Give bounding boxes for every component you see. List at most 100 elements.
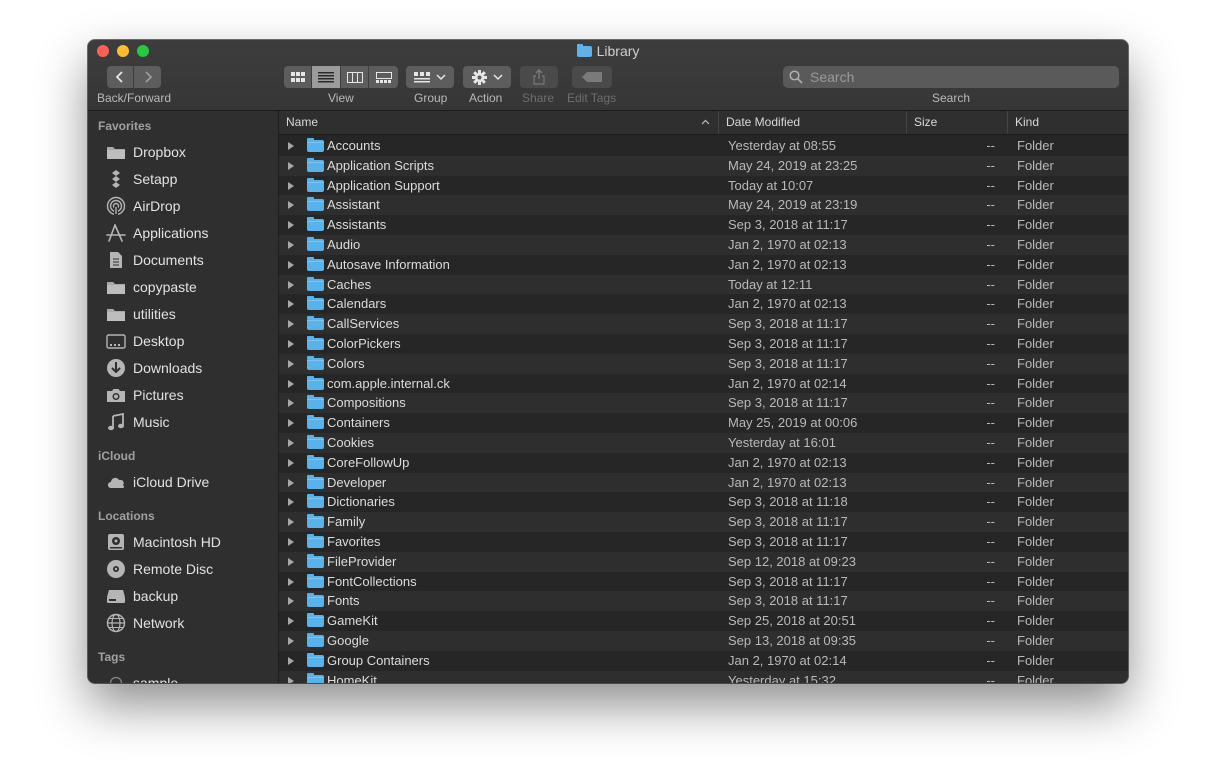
folder-icon bbox=[307, 217, 324, 232]
file-row[interactable]: ColorPickers Sep 3, 2018 at 11:17 -- Folder bbox=[279, 334, 1128, 354]
disclosure-triangle-icon[interactable] bbox=[288, 676, 294, 683]
disclosure-triangle-icon[interactable] bbox=[288, 280, 294, 289]
column-size[interactable]: Size bbox=[907, 111, 1008, 134]
disclosure-triangle-icon[interactable] bbox=[288, 577, 294, 586]
sidebar-item-label: Remote Disc bbox=[133, 560, 214, 577]
disclosure-triangle-icon[interactable] bbox=[288, 537, 294, 546]
search-input[interactable] bbox=[808, 68, 1112, 86]
file-row[interactable]: Family Sep 3, 2018 at 11:17 -- Folder bbox=[279, 512, 1128, 532]
disclosure-triangle-icon[interactable] bbox=[288, 300, 294, 309]
disclosure-triangle-icon[interactable] bbox=[288, 221, 294, 230]
disclosure-triangle-icon[interactable] bbox=[288, 478, 294, 487]
file-row[interactable]: GameKit Sep 25, 2018 at 20:51 -- Folder bbox=[279, 611, 1128, 631]
sidebar-item-desktop[interactable]: Desktop bbox=[88, 327, 278, 354]
file-row[interactable]: Google Sep 13, 2018 at 09:35 -- Folder bbox=[279, 630, 1128, 651]
file-row[interactable]: Fonts Sep 3, 2018 at 11:17 -- Folder bbox=[279, 591, 1128, 612]
disclosure-triangle-icon[interactable] bbox=[288, 379, 294, 388]
file-row[interactable]: Cookies Yesterday at 16:01 -- Folder bbox=[279, 432, 1128, 453]
edit-tags-button[interactable] bbox=[572, 66, 612, 88]
file-row[interactable]: com.apple.internal.ck Jan 2, 1970 at 02:1… bbox=[279, 374, 1128, 394]
file-kind: Folder bbox=[1017, 593, 1054, 609]
locations-heading: Locations bbox=[98, 509, 155, 523]
disclosure-triangle-icon[interactable] bbox=[288, 498, 294, 507]
file-row[interactable]: FileProvider Sep 12, 2018 at 09:23 -- Folde… bbox=[279, 551, 1128, 572]
file-row[interactable]: CoreFollowUp Jan 2, 1970 at 02:13 -- Folder bbox=[279, 453, 1128, 473]
disclosure-triangle-icon[interactable] bbox=[288, 597, 294, 606]
sidebar-item-downloads[interactable]: Downloads bbox=[88, 354, 278, 381]
file-row[interactable]: Colors Sep 3, 2018 at 11:17 -- Folder bbox=[279, 353, 1128, 374]
sidebar-item-airdrop[interactable]: AirDrop bbox=[88, 192, 278, 219]
sidebar-item-pictures[interactable]: Pictures bbox=[88, 381, 278, 408]
disclosure-triangle-icon[interactable] bbox=[288, 656, 294, 665]
disclosure-triangle-icon[interactable] bbox=[288, 339, 294, 348]
disclosure-triangle-icon[interactable] bbox=[288, 320, 294, 329]
sidebar-item-setapp[interactable]: Setapp bbox=[88, 165, 278, 192]
network-icon bbox=[106, 613, 126, 633]
sidebar-item-tag-sample[interactable]: sample bbox=[88, 669, 278, 683]
file-row[interactable]: Caches Today at 12:11 -- Folder bbox=[279, 274, 1128, 295]
file-row[interactable]: Dictionaries Sep 3, 2018 at 11:18 -- Folder bbox=[279, 492, 1128, 512]
folder-icon bbox=[307, 533, 324, 548]
file-row[interactable]: Developer Jan 2, 1970 at 02:13 -- Folder bbox=[279, 472, 1128, 493]
disclosure-triangle-icon[interactable] bbox=[288, 419, 294, 428]
file-row[interactable]: Application Support Today at 10:07 -- Folde… bbox=[279, 176, 1128, 196]
file-row[interactable]: Audio Jan 2, 1970 at 02:13 -- Folder bbox=[279, 234, 1128, 255]
gallery-view-button[interactable] bbox=[369, 66, 398, 88]
sidebar-item-documents[interactable]: Documents bbox=[88, 246, 278, 273]
file-row[interactable]: Accounts Yesterday at 08:55 -- Folder bbox=[279, 136, 1128, 156]
file-row[interactable]: Compositions Sep 3, 2018 at 11:17 -- Folder bbox=[279, 393, 1128, 414]
sidebar-item-backup[interactable]: backup bbox=[88, 582, 278, 609]
column-date-modified[interactable]: Date Modified bbox=[719, 111, 907, 134]
sidebar-item-copypaste[interactable]: copypaste bbox=[88, 273, 278, 300]
sidebar-item-applications[interactable]: Applications bbox=[88, 219, 278, 246]
search-field[interactable] bbox=[783, 66, 1119, 88]
file-row[interactable]: Group Containers Jan 2, 1970 at 02:14 -- Fo… bbox=[279, 651, 1128, 671]
sidebar-item-icloud-drive[interactable]: iCloud Drive bbox=[88, 468, 278, 495]
disclosure-triangle-icon[interactable] bbox=[288, 359, 294, 368]
action-button[interactable] bbox=[463, 66, 511, 88]
column-kind[interactable]: Kind bbox=[1008, 111, 1128, 134]
back-button[interactable] bbox=[107, 66, 134, 88]
file-row[interactable]: HomeKit Yesterday at 15:32 -- Folder bbox=[279, 670, 1128, 683]
share-button[interactable] bbox=[520, 66, 558, 88]
file-row[interactable]: FontCollections Sep 3, 2018 at 11:17 -- Fol… bbox=[279, 572, 1128, 592]
disclosure-triangle-icon[interactable] bbox=[288, 617, 294, 626]
sidebar-item-dropbox[interactable]: Dropbox bbox=[88, 138, 278, 165]
disclosure-triangle-icon[interactable] bbox=[288, 240, 294, 249]
disclosure-triangle-icon[interactable] bbox=[288, 399, 294, 408]
file-row[interactable]: CallServices Sep 3, 2018 at 11:17 -- Folder bbox=[279, 314, 1128, 334]
disclosure-triangle-icon[interactable] bbox=[288, 636, 294, 645]
forward-button[interactable] bbox=[134, 66, 161, 88]
folder-icon bbox=[307, 296, 324, 311]
file-row[interactable]: Containers May 25, 2019 at 00:06 -- Folder bbox=[279, 413, 1128, 433]
sidebar-item-music[interactable]: Music bbox=[88, 408, 278, 435]
file-row[interactable]: Application Scripts May 24, 2019 at 23:25… bbox=[279, 155, 1128, 176]
file-row[interactable]: Assistant May 24, 2019 at 23:19 -- Folder bbox=[279, 195, 1128, 216]
disclosure-triangle-icon[interactable] bbox=[288, 260, 294, 269]
column-view-button[interactable] bbox=[341, 66, 369, 88]
sidebar-item-utilities[interactable]: utilities bbox=[88, 300, 278, 327]
disclosure-triangle-icon[interactable] bbox=[288, 201, 294, 210]
disclosure-triangle-icon[interactable] bbox=[288, 181, 294, 190]
sidebar-item-macintosh-hd[interactable]: Macintosh HD bbox=[88, 528, 278, 555]
group-button[interactable] bbox=[406, 66, 454, 88]
list-view-button[interactable] bbox=[312, 66, 341, 88]
window-title-text: Library bbox=[596, 43, 640, 59]
disclosure-triangle-icon[interactable] bbox=[288, 142, 294, 150]
sidebar-item-network[interactable]: Network bbox=[88, 609, 278, 636]
column-name[interactable]: Name bbox=[279, 111, 719, 134]
disclosure-triangle-icon[interactable] bbox=[288, 458, 294, 467]
file-kind: Folder bbox=[1017, 533, 1054, 549]
file-row[interactable]: Calendars Jan 2, 1970 at 02:13 -- Folder bbox=[279, 294, 1128, 314]
camera-icon bbox=[106, 385, 126, 405]
file-row[interactable]: Favorites Sep 3, 2018 at 11:17 -- Folder bbox=[279, 532, 1128, 552]
icon-view-button[interactable] bbox=[284, 66, 312, 88]
disclosure-triangle-icon[interactable] bbox=[288, 438, 294, 447]
file-row[interactable]: Assistants Sep 3, 2018 at 11:17 -- Folder bbox=[279, 215, 1128, 235]
file-row[interactable]: Autosave Information Jan 2, 1970 at 02:13… bbox=[279, 255, 1128, 275]
sidebar-item-remote-disc[interactable]: Remote Disc bbox=[88, 555, 278, 582]
sidebar-item-label: copypaste bbox=[133, 278, 197, 295]
disclosure-triangle-icon[interactable] bbox=[288, 518, 294, 527]
disclosure-triangle-icon[interactable] bbox=[288, 161, 294, 170]
disclosure-triangle-icon[interactable] bbox=[288, 557, 294, 566]
